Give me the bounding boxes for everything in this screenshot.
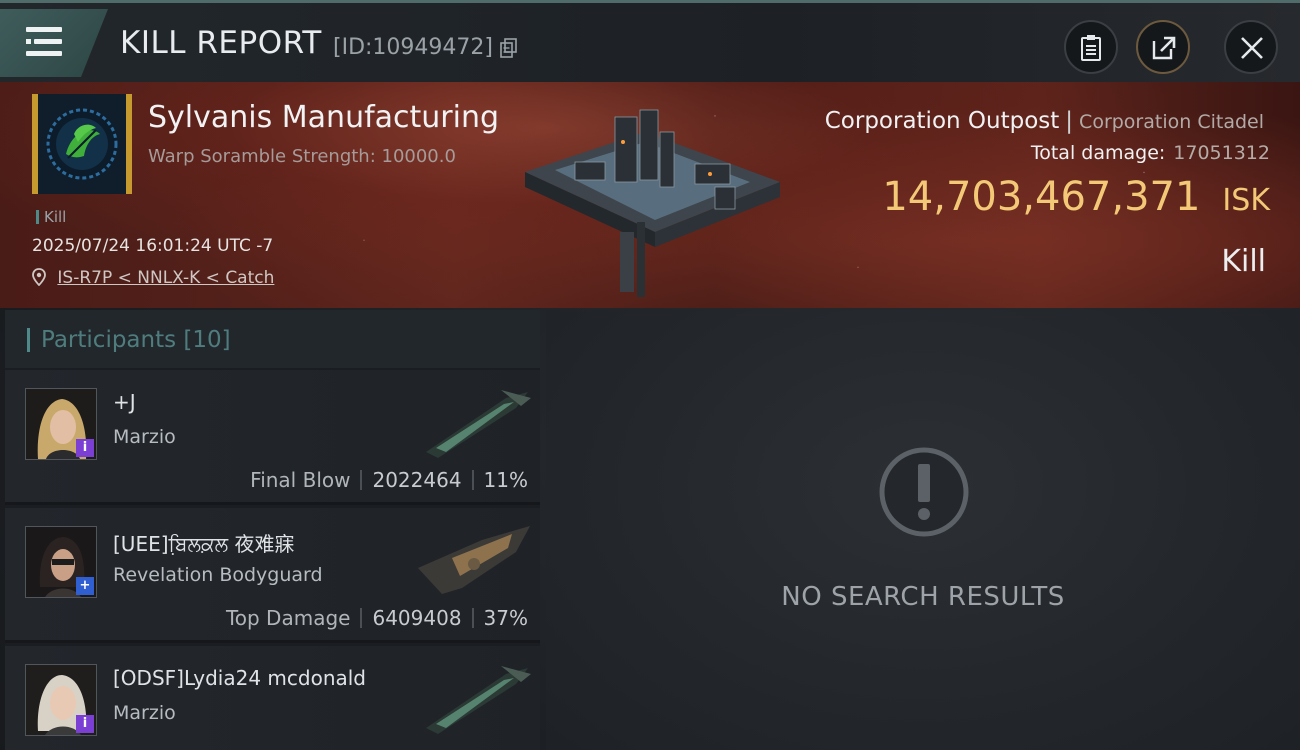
report-id: [ID:10949472] xyxy=(333,35,493,60)
total-damage-label: Total damage: xyxy=(1030,142,1166,164)
role-badge: i xyxy=(76,439,94,457)
result-label: Kill xyxy=(1221,244,1266,279)
location-link[interactable]: IS-R7P < NNLX-K < Catch xyxy=(32,268,274,288)
share-button[interactable] xyxy=(1136,20,1190,74)
corporation-logo xyxy=(32,94,132,194)
isk-amount: 14,703,467,371 xyxy=(882,174,1201,220)
close-button[interactable] xyxy=(1224,20,1278,74)
participant-ship: Marzio xyxy=(113,702,176,724)
empty-state-message: NO SEARCH RESULTS xyxy=(781,582,1065,612)
participant-stats: Top Damage 6409408 37% xyxy=(226,606,528,630)
participant-row[interactable]: + [UEE]ਬਿ਼ਲਕ਼ਲ 夜难寐 Revelation Bodyguard … xyxy=(5,508,540,643)
participant-name: [UEE]ਬਿ਼ਲਕ਼ਲ 夜难寐 xyxy=(113,532,295,556)
location-text: IS-R7P < NNLX-K < Catch xyxy=(57,268,275,288)
role-badge: i xyxy=(76,715,94,733)
page-title: KILL REPORT xyxy=(120,25,322,61)
warp-scramble-strength: Warp Soramble Strength: 10000.0 xyxy=(148,146,456,167)
participant-row[interactable]: i [ODSF]Lydia24 mcdonald Marzio xyxy=(5,646,540,750)
copy-icon[interactable] xyxy=(500,38,518,58)
participants-header: Participants [10] xyxy=(5,310,540,368)
participant-name: +J xyxy=(113,390,136,414)
victim-name: Sylvanis Manufacturing xyxy=(148,100,500,135)
participant-name: [ODSF]Lydia24 mcdonald xyxy=(113,666,366,690)
participants-panel: Participants [10] i +J Marzio Final Blow… xyxy=(5,310,540,750)
clipboard-icon xyxy=(1081,35,1101,61)
kill-timestamp: 2025/07/24 16:01:24 UTC -7 xyxy=(32,236,274,256)
ship-subtype: Corporation Citadel xyxy=(1079,111,1264,133)
participant-damage: 2022464 xyxy=(372,468,462,492)
participants-count: [10] xyxy=(183,327,231,353)
total-damage-value: 17051312 xyxy=(1173,142,1270,164)
isk-value: 14,703,467,371 ISK xyxy=(882,174,1270,220)
participants-title: Participants [10] xyxy=(41,327,231,353)
structure-image xyxy=(525,109,780,297)
total-damage: Total damage: 17051312 xyxy=(1031,142,1270,164)
menu-button[interactable] xyxy=(0,9,108,77)
ship-type-name: Corporation Outpost xyxy=(824,108,1060,134)
results-pane: NO SEARCH RESULTS xyxy=(546,310,1300,750)
close-icon xyxy=(1241,37,1263,59)
share-icon xyxy=(1152,36,1176,60)
avatar: + xyxy=(25,526,97,598)
participant-stats: Final Blow 2022464 11% xyxy=(250,468,528,492)
participant-role: Top Damage xyxy=(225,606,351,630)
avatar: i xyxy=(25,388,97,460)
top-bar: KILL REPORT [ID:10949472] xyxy=(0,0,1300,82)
kill-banner: Sylvanis Manufacturing Warp Soramble Str… xyxy=(0,82,1300,308)
hamburger-icon xyxy=(26,27,62,57)
participant-percent: 37% xyxy=(483,606,528,630)
ship-type: Corporation Outpost | Corporation Citadel xyxy=(824,108,1264,134)
role-badge: + xyxy=(76,577,94,595)
avatar: i xyxy=(25,664,97,736)
kill-tag: Kill xyxy=(36,208,66,226)
clipboard-button[interactable] xyxy=(1064,20,1118,74)
exclamation-icon xyxy=(879,447,969,537)
participant-ship: Revelation Bodyguard xyxy=(113,564,323,586)
participant-damage: 6409408 xyxy=(372,606,462,630)
isk-unit: ISK xyxy=(1222,183,1270,218)
location-pin-icon xyxy=(32,268,46,287)
participant-ship: Marzio xyxy=(113,426,176,448)
ship-icon xyxy=(426,666,531,734)
participant-percent: 11% xyxy=(483,468,528,492)
ship-icon xyxy=(426,390,531,458)
participant-role: Final Blow xyxy=(250,468,351,492)
participant-row[interactable]: i +J Marzio Final Blow 2022464 11% xyxy=(5,370,540,505)
ship-icon xyxy=(418,526,530,594)
